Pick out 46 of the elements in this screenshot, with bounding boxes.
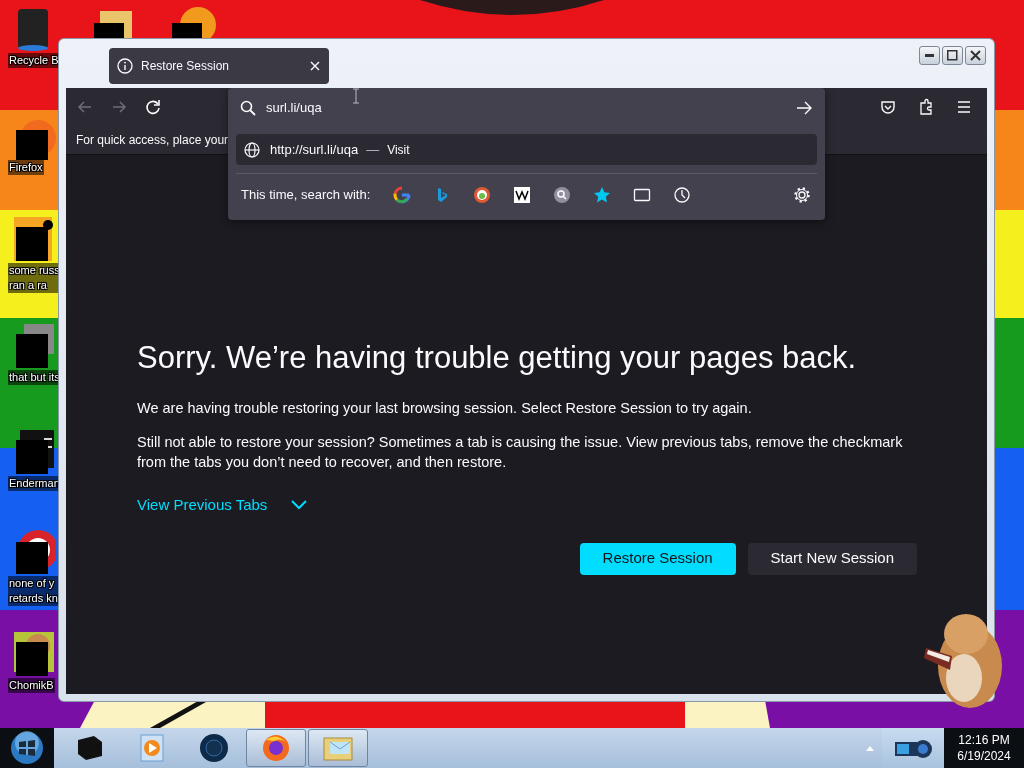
icon-label[interactable]: ChomikB	[8, 678, 55, 693]
tab-title: Restore Session	[141, 58, 231, 75]
maximize-icon	[947, 50, 958, 61]
go-arrow-icon[interactable]	[795, 100, 813, 116]
icon-label[interactable]: Firefox	[8, 160, 44, 175]
icon-label[interactable]: ran a ra	[8, 278, 61, 293]
visit-label: Visit	[387, 141, 410, 159]
view-tabs-toggle[interactable]: View Previous Tabs	[137, 494, 308, 517]
new-session-button[interactable]: Start New Session	[747, 542, 917, 575]
menu-icon[interactable]	[955, 98, 973, 116]
clock-date[interactable]: 6/19/2024	[944, 748, 1024, 764]
taskbar-app[interactable]	[246, 729, 306, 767]
chevron-icon[interactable]	[291, 500, 308, 511]
search-icon[interactable]	[553, 185, 572, 204]
close-button[interactable]	[965, 46, 986, 65]
icon-label[interactable]: retards kn	[8, 591, 59, 606]
reload-button[interactable]	[144, 97, 162, 116]
body-text: Still not able to restore your session? Sometimes a tab is causing the issue. View previous tabs, remove the checkmark from the tabs you don’t need to recover, and then restore.	[137, 433, 904, 473]
settings-icon[interactable]	[793, 185, 811, 204]
minimize-icon	[925, 54, 934, 57]
clock-icon[interactable]	[673, 185, 692, 204]
puzzle-icon[interactable]	[917, 98, 935, 116]
start-button[interactable]	[10, 731, 44, 765]
info-icon	[117, 58, 133, 74]
close-icon	[970, 50, 981, 61]
pocket-icon[interactable]	[879, 98, 897, 116]
page-heading: Sorry. We’re having trouble getting your pages back.	[137, 339, 858, 377]
close-icon[interactable]	[309, 60, 321, 72]
icon-label[interactable]: none of y	[8, 576, 59, 591]
maximize-button[interactable]	[942, 46, 963, 65]
body-text: We are having trouble restoring your last browsing session. Select Restore Session to try again.	[137, 399, 753, 419]
wikipedia-icon[interactable]	[513, 185, 532, 204]
icon-label[interactable]: Recycle B	[8, 53, 60, 68]
search-icon	[240, 100, 256, 116]
star-icon[interactable]	[593, 185, 612, 204]
google-icon[interactable]	[393, 185, 412, 204]
clock-time[interactable]: 12:16 PM	[944, 732, 1024, 748]
minimize-button[interactable]	[919, 46, 940, 65]
search-with-label: This time, search with:	[241, 185, 371, 204]
tab[interactable]: Restore Session	[109, 48, 329, 84]
suggestion-row[interactable]: http://surl.li/uqa — Visit	[236, 134, 817, 165]
separator-text: —	[366, 140, 380, 159]
bookmarks-hint: For quick access, place your	[76, 131, 229, 149]
suggestion-url: http://surl.li/uqa	[270, 140, 359, 159]
restore-button[interactable]: Restore Session	[579, 542, 736, 575]
text-cursor-icon	[352, 88, 360, 104]
